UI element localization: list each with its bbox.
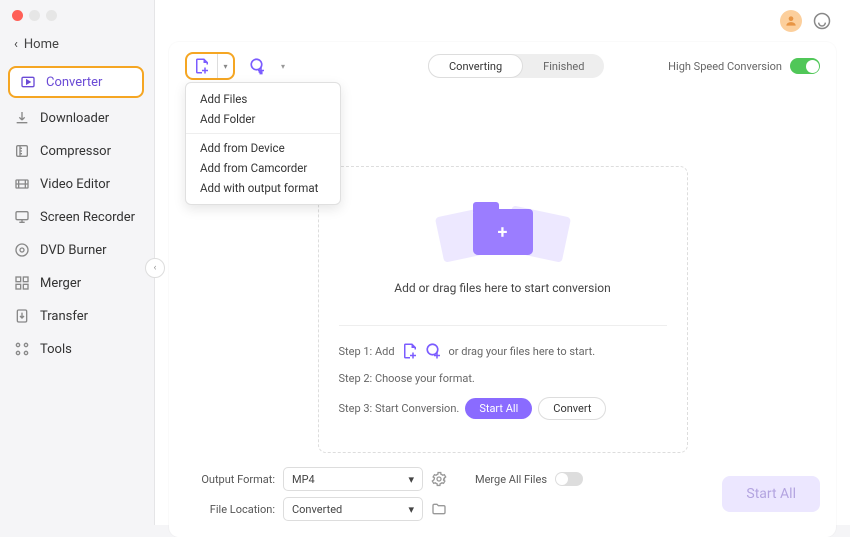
file-location-value: Converted bbox=[292, 503, 342, 516]
merger-icon bbox=[14, 275, 30, 291]
step-3-text: Step 3: Start Conversion. bbox=[339, 402, 460, 415]
home-link[interactable]: ‹ Home bbox=[0, 31, 154, 62]
sidebar-item-compressor[interactable]: Compressor bbox=[0, 135, 154, 167]
bottom-bar: Output Format: MP4 ▾ Merge All Files Fil… bbox=[185, 453, 820, 521]
dd-separator bbox=[186, 133, 340, 134]
step-3: Step 3: Start Conversion. Start All Conv… bbox=[339, 397, 667, 420]
settings-icon[interactable] bbox=[431, 471, 447, 487]
dd-add-from-camcorder[interactable]: Add from Camcorder bbox=[186, 158, 340, 178]
start-all-button[interactable]: Start All bbox=[465, 398, 532, 419]
dvd-burner-icon bbox=[14, 242, 30, 258]
sidebar-item-label: Downloader bbox=[40, 111, 109, 126]
add-url-chevron[interactable]: ▾ bbox=[281, 62, 285, 71]
start-all-main-button[interactable]: Start All bbox=[722, 476, 820, 512]
chevron-down-icon: ▾ bbox=[408, 473, 414, 486]
step-2: Step 2: Choose your format. bbox=[339, 372, 667, 385]
minimize-window-button[interactable] bbox=[29, 10, 40, 21]
dd-add-folder[interactable]: Add Folder bbox=[186, 109, 340, 129]
maximize-window-button[interactable] bbox=[46, 10, 57, 21]
dd-add-with-output-format[interactable]: Add with output format bbox=[186, 178, 340, 198]
sidebar-item-label: Transfer bbox=[40, 309, 88, 324]
file-location-label: File Location: bbox=[185, 503, 275, 516]
support-icon[interactable] bbox=[812, 11, 832, 31]
window-controls bbox=[0, 10, 154, 31]
step-1-text-b: or drag your files here to start. bbox=[449, 345, 596, 358]
chevron-down-icon: ▾ bbox=[408, 503, 414, 516]
sidebar-item-downloader[interactable]: Downloader bbox=[0, 102, 154, 134]
convert-button[interactable]: Convert bbox=[538, 397, 606, 420]
chevron-left-icon: ‹ bbox=[14, 37, 18, 52]
dd-add-files[interactable]: Add Files bbox=[186, 89, 340, 109]
sidebar-item-transfer[interactable]: Transfer bbox=[0, 300, 154, 332]
add-file-dropdown: Add Files Add Folder Add from Device Add… bbox=[185, 82, 341, 205]
hsc-toggle[interactable] bbox=[790, 58, 820, 74]
drop-text: Add or drag files here to start conversi… bbox=[394, 281, 610, 295]
open-folder-icon[interactable] bbox=[431, 501, 447, 517]
toolbar: ▾ ▾ Converting Finished High Speed Conve… bbox=[185, 52, 820, 80]
downloader-icon bbox=[14, 110, 30, 126]
sidebar-item-label: Converter bbox=[46, 75, 102, 90]
sidebar: ‹ Home Converter Downloader Compressor V… bbox=[0, 0, 155, 525]
output-format-label: Output Format: bbox=[185, 473, 275, 486]
topbar bbox=[155, 0, 850, 42]
sidebar-item-label: Merger bbox=[40, 276, 81, 291]
tab-finished[interactable]: Finished bbox=[523, 54, 604, 78]
add-file-chevron[interactable]: ▾ bbox=[217, 54, 233, 78]
output-format-value: MP4 bbox=[292, 473, 315, 486]
sidebar-item-label: Compressor bbox=[40, 144, 111, 159]
tab-converting[interactable]: Converting bbox=[428, 54, 523, 78]
home-label: Home bbox=[24, 37, 59, 52]
file-location-select[interactable]: Converted ▾ bbox=[283, 497, 423, 521]
dd-add-from-device[interactable]: Add from Device bbox=[186, 138, 340, 158]
main-panel: ‹ ▾ ▾ Converting Finished bbox=[155, 0, 850, 525]
sidebar-item-converter[interactable]: Converter bbox=[8, 66, 144, 98]
hsc-label: High Speed Conversion bbox=[668, 60, 782, 73]
merge-label: Merge All Files bbox=[475, 473, 547, 486]
add-file-split-button[interactable]: ▾ bbox=[185, 52, 235, 80]
sidebar-item-video-editor[interactable]: Video Editor bbox=[0, 168, 154, 200]
video-editor-icon bbox=[14, 176, 30, 192]
close-window-button[interactable] bbox=[12, 10, 23, 21]
add-url-button[interactable] bbox=[247, 55, 269, 77]
output-format-select[interactable]: MP4 ▾ bbox=[283, 467, 423, 491]
folder-illustration: + bbox=[453, 197, 553, 267]
tools-icon bbox=[14, 341, 30, 357]
content-card: ▾ ▾ Converting Finished High Speed Conve… bbox=[169, 42, 836, 537]
sidebar-item-label: DVD Burner bbox=[40, 243, 107, 258]
step-1: Step 1: Add or drag your files here to s… bbox=[339, 342, 667, 360]
add-url-icon bbox=[425, 342, 443, 360]
step-2-text: Step 2: Choose your format. bbox=[339, 372, 475, 385]
sidebar-item-tools[interactable]: Tools bbox=[0, 333, 154, 365]
sidebar-item-label: Tools bbox=[40, 342, 72, 357]
sidebar-item-label: Screen Recorder bbox=[40, 210, 135, 225]
drop-zone[interactable]: + Add or drag files here to start conver… bbox=[318, 166, 688, 453]
plus-icon: + bbox=[498, 222, 508, 243]
sidebar-item-dvd-burner[interactable]: DVD Burner bbox=[0, 234, 154, 266]
screen-recorder-icon bbox=[14, 209, 30, 225]
converter-icon bbox=[20, 74, 36, 90]
sidebar-item-label: Video Editor bbox=[40, 177, 110, 192]
sidebar-item-merger[interactable]: Merger bbox=[0, 267, 154, 299]
tab-label: Converting bbox=[449, 60, 502, 73]
status-tabs: Converting Finished bbox=[428, 54, 604, 78]
sidebar-item-screen-recorder[interactable]: Screen Recorder bbox=[0, 201, 154, 233]
compressor-icon bbox=[14, 143, 30, 159]
user-avatar[interactable] bbox=[780, 10, 802, 32]
step-1-text-a: Step 1: Add bbox=[339, 345, 395, 358]
tab-label: Finished bbox=[543, 60, 584, 73]
add-file-icon[interactable] bbox=[187, 54, 217, 78]
merge-toggle[interactable] bbox=[555, 472, 583, 486]
high-speed-conversion: High Speed Conversion bbox=[668, 58, 820, 74]
collapse-sidebar-button[interactable]: ‹ bbox=[145, 258, 165, 278]
add-file-icon bbox=[401, 342, 419, 360]
transfer-icon bbox=[14, 308, 30, 324]
steps: Step 1: Add or drag your files here to s… bbox=[339, 325, 667, 432]
